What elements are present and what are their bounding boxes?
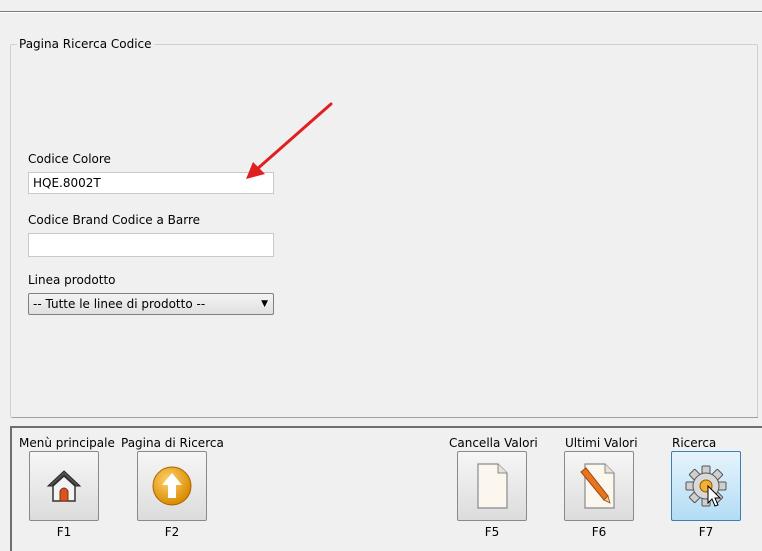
- codice-brand-input[interactable]: [28, 233, 274, 257]
- ultimi-valori-label: Ultimi Valori: [565, 436, 638, 450]
- cancella-valori-label: Cancella Valori: [449, 436, 538, 450]
- f2-key-label: F2: [164, 525, 180, 539]
- codice-colore-label: Codice Colore: [28, 152, 111, 166]
- blank-document-icon: [477, 463, 508, 509]
- f7-key-label: F7: [698, 525, 714, 539]
- pagina-ricerca-label: Pagina di Ricerca: [121, 436, 224, 450]
- menu-principale-button[interactable]: [29, 451, 99, 521]
- home-icon: [46, 470, 82, 502]
- linea-prodotto-selected: -- Tutte le linee di prodotto --: [33, 297, 206, 311]
- up-arrow-icon: [152, 466, 192, 506]
- ricerca-label: Ricerca: [672, 436, 717, 450]
- f5-key-label: F5: [484, 525, 500, 539]
- linea-prodotto-label: Linea prodotto: [28, 273, 116, 287]
- ultimi-valori-button[interactable]: [564, 451, 634, 521]
- f1-key-label: F1: [56, 525, 72, 539]
- menu-principale-label: Menù principale: [19, 436, 115, 450]
- f6-key-label: F6: [591, 525, 607, 539]
- gear-icon: [685, 465, 727, 507]
- cancella-valori-button[interactable]: [457, 451, 527, 521]
- search-groupbox: [10, 44, 758, 418]
- edit-document-icon: [580, 463, 615, 509]
- linea-prodotto-select[interactable]: -- Tutte le linee di prodotto -- ▼: [28, 293, 274, 315]
- annotation-arrow-icon: [246, 102, 333, 179]
- codice-brand-label: Codice Brand Codice a Barre: [28, 213, 201, 227]
- groupbox-title: Pagina Ricerca Codice: [17, 37, 154, 51]
- dropdown-caret-icon: ▼: [261, 299, 268, 309]
- ricerca-button[interactable]: [671, 451, 741, 521]
- pagina-ricerca-button[interactable]: [137, 451, 207, 521]
